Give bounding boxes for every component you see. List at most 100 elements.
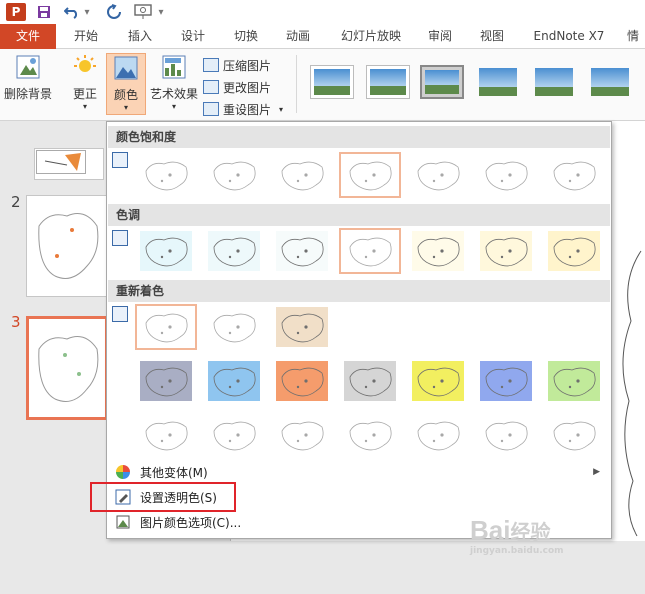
tab-home[interactable]: 开始 [64, 24, 108, 49]
recolor-option-c-4[interactable] [339, 412, 401, 458]
more-variations-label: 其他变体(M) [140, 465, 208, 480]
recolor-option-c-2[interactable] [203, 412, 265, 458]
customize-qat-icon[interactable]: ▾ [156, 2, 166, 22]
slide-thumb-2[interactable] [26, 195, 108, 297]
reset-picture-icon [203, 102, 219, 116]
corrections-button[interactable]: 更正 ▾ [66, 53, 104, 115]
tone-section-icon [112, 230, 128, 246]
tab-file[interactable]: 文件 [0, 24, 56, 49]
quick-access-toolbar: P ▾ ▾ [0, 0, 645, 24]
saturation-option-1[interactable] [135, 152, 197, 198]
recolor-option-b-6[interactable] [475, 358, 537, 404]
picture-style-4[interactable] [476, 65, 520, 99]
tab-slideshow[interactable]: 幻灯片放映 [332, 24, 410, 49]
tab-insert[interactable]: 插入 [118, 24, 162, 49]
artistic-effects-button[interactable]: 艺术效果 ▾ [148, 53, 200, 115]
ribbon-divider [296, 55, 297, 113]
color-dropdown-icon: ▾ [123, 103, 128, 112]
recolor-option-b-3[interactable] [271, 358, 333, 404]
remove-background-button[interactable]: 删除背景 [2, 53, 54, 115]
compress-label: 压缩图片 [223, 58, 272, 73]
artistic-dropdown-icon: ▾ [171, 102, 176, 111]
recolor-option-b-5[interactable] [407, 358, 469, 404]
saturation-option-4[interactable] [339, 152, 401, 198]
undo-dropdown-icon[interactable]: ▾ [82, 2, 92, 22]
picture-color-options-icon [116, 515, 130, 529]
saturation-option-3[interactable] [271, 152, 333, 198]
tab-overflow[interactable]: 情 [622, 24, 644, 49]
picture-style-3[interactable] [420, 65, 464, 99]
tone-option-3[interactable] [271, 228, 333, 274]
remove-background-label: 删除背景 [3, 87, 52, 101]
more-variations-item[interactable]: 其他变体(M) ▶ [108, 461, 610, 483]
artistic-effects-label: 艺术效果 [149, 87, 198, 101]
section-header-tone: 色调 [108, 204, 610, 226]
slide-thumb-3[interactable] [26, 316, 108, 420]
undo-icon[interactable] [62, 2, 82, 22]
section-header-recolor: 重新着色 [108, 280, 610, 302]
annotation-highlight-box [90, 482, 236, 512]
watermark: Bai经验 jingyan.baidu.com [470, 515, 640, 575]
corrections-label: 更正 [72, 87, 97, 101]
remove-background-icon [16, 55, 40, 79]
presentation-icon[interactable] [132, 2, 154, 22]
recolor-option-c-1[interactable] [135, 412, 197, 458]
picture-color-options-label: 图片颜色选项(C)... [140, 515, 242, 530]
recolor-option-a-2[interactable] [203, 304, 265, 350]
slide-number-2: 2 [11, 193, 21, 211]
artistic-effects-icon [162, 55, 186, 79]
recolor-option-b-1[interactable] [135, 358, 197, 404]
picture-style-5[interactable] [532, 65, 576, 99]
tab-endnote[interactable]: EndNote X7 [526, 24, 612, 49]
change-picture-icon [203, 80, 219, 94]
tab-transitions[interactable]: 切换 [224, 24, 268, 49]
tab-animations[interactable]: 动画 [276, 24, 320, 49]
ribbon-tabs: 文件 开始 插入 设计 切换 动画 幻灯片放映 审阅 视图 EndNote X7… [0, 24, 645, 49]
slide-number-3: 3 [11, 313, 21, 331]
ribbon: 删除背景 更正 ▾ 颜色 ▾ 艺术效果 ▾ 压缩图片 更改图片 重设图片 ▾ [0, 49, 645, 121]
saturation-section-icon [112, 152, 128, 168]
tone-option-2[interactable] [203, 228, 265, 274]
saturation-option-2[interactable] [203, 152, 265, 198]
recolor-option-a-3[interactable] [271, 304, 333, 350]
saturation-option-5[interactable] [407, 152, 469, 198]
reset-dropdown-icon: ▾ [279, 104, 284, 114]
recolor-option-b-2[interactable] [203, 358, 265, 404]
recolor-option-c-3[interactable] [271, 412, 333, 458]
recolor-option-c-5[interactable] [407, 412, 469, 458]
color-wheel-icon [116, 465, 130, 479]
slide-thumbnails-pane: 2 3 [0, 121, 110, 594]
tab-view[interactable]: 视图 [470, 24, 514, 49]
recolor-section-icon [112, 306, 128, 322]
tab-design[interactable]: 设计 [171, 24, 215, 49]
change-picture-button[interactable]: 更改图片 [203, 77, 271, 97]
tone-option-1[interactable] [135, 228, 197, 274]
recolor-option-c-6[interactable] [475, 412, 537, 458]
saturation-option-6[interactable] [475, 152, 537, 198]
watermark-brand-2: 经验 [510, 522, 551, 544]
color-button[interactable]: 颜色 ▾ [106, 53, 146, 115]
recolor-option-b-7[interactable] [543, 358, 605, 404]
reset-picture-button[interactable]: 重设图片 ▾ [203, 99, 283, 119]
picture-style-2[interactable] [366, 65, 410, 99]
picture-style-1[interactable] [310, 65, 354, 99]
recolor-option-b-4[interactable] [339, 358, 401, 404]
reset-picture-label: 重设图片 [223, 102, 272, 117]
picture-style-6[interactable] [588, 65, 632, 99]
submenu-arrow-icon: ▶ [593, 467, 600, 477]
color-icon [114, 56, 138, 80]
corrections-dropdown-icon: ▾ [82, 102, 87, 111]
recolor-option-a-1[interactable] [135, 304, 197, 350]
tone-option-5[interactable] [407, 228, 469, 274]
save-icon[interactable] [34, 2, 54, 22]
saturation-option-7[interactable] [543, 152, 605, 198]
tone-option-7[interactable] [543, 228, 605, 274]
tone-option-4[interactable] [339, 228, 401, 274]
slide-image-fragment [36, 150, 86, 174]
tab-review[interactable]: 审阅 [418, 24, 462, 49]
recolor-option-c-7[interactable] [543, 412, 605, 458]
compress-pictures-button[interactable]: 压缩图片 [203, 55, 271, 75]
map-border-right [622, 250, 642, 537]
redo-icon[interactable] [104, 2, 124, 22]
tone-option-6[interactable] [475, 228, 537, 274]
